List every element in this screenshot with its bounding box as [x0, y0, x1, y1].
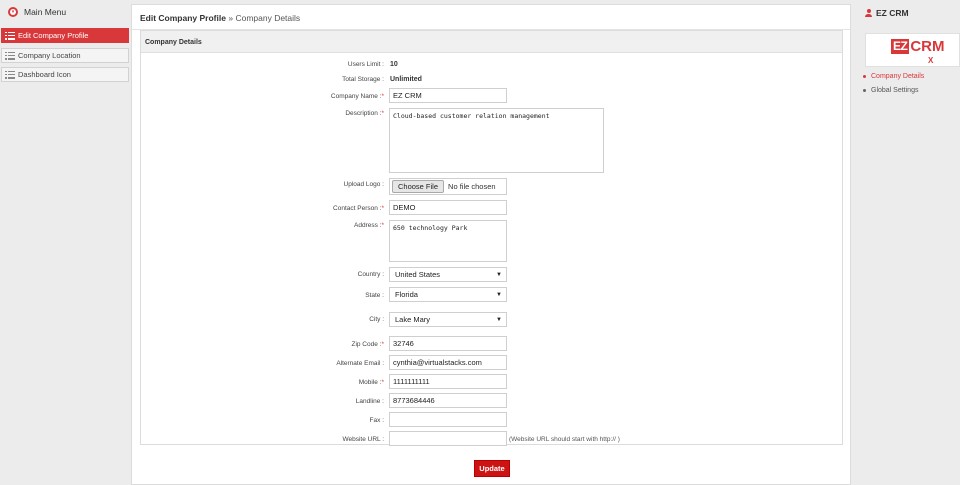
website-url-label: Website URL : [342, 436, 384, 443]
mobile-input[interactable]: 1111111111 [389, 374, 507, 389]
city-value: Lake Mary [395, 315, 431, 324]
upload-logo-label: Upload Logo : [343, 181, 384, 188]
fax-label: Fax : [369, 417, 384, 424]
total-storage-label: Total Storage : [342, 76, 384, 83]
breadcrumb-current[interactable]: Edit Company Profile [140, 13, 226, 23]
total-storage-value: Unlimited [390, 76, 422, 83]
sidebar-item-label: Company Location [18, 51, 81, 60]
file-status: No file chosen [448, 182, 496, 191]
company-logo: EZ CRM [891, 38, 945, 55]
sidebar-item-dashboard-icon[interactable]: Dashboard Icon [1, 67, 129, 82]
fax-input[interactable] [389, 412, 507, 427]
update-button[interactable]: Update [474, 460, 510, 477]
main-menu-title: Main Menu [24, 7, 67, 17]
right-panel: EZ CRM EZ CRM X Company Details Global Se… [858, 0, 960, 485]
website-url-hint: (Website URL should start with http:// ) [509, 436, 620, 443]
breadcrumb-sub: Company Details [235, 13, 301, 23]
users-limit-label: Users Limit : [347, 61, 384, 68]
zip-label: Zip Code :* [351, 341, 384, 348]
company-name-label: Company Name :* [330, 93, 384, 100]
contact-person-input[interactable]: DEMO [389, 200, 507, 215]
sidebar-item-label: Dashboard Icon [18, 70, 71, 79]
main-menu-toggle[interactable]: ▾ Main Menu [8, 6, 66, 18]
sidebar-item-company-location[interactable]: Company Location [1, 48, 129, 63]
description-label: Description :* [345, 110, 384, 117]
caret-down-icon: ▼ [496, 292, 502, 298]
main-panel: Edit Company Profile » Company Details C… [131, 4, 851, 485]
description-textarea[interactable]: Cloud-based customer relation management [389, 108, 604, 173]
company-title: EZ CRM [865, 8, 909, 18]
list-icon [5, 51, 15, 60]
bullet-icon [863, 75, 866, 78]
choose-file-button[interactable]: Choose File [392, 180, 445, 193]
country-value: United States [395, 270, 441, 279]
caret-down-icon: ▼ [496, 272, 502, 278]
landline-label: Landline : [355, 398, 384, 405]
breadcrumb: Edit Company Profile » Company Details [140, 13, 300, 23]
contact-person-label: Contact Person :* [333, 205, 384, 212]
country-label: Country : [357, 271, 384, 278]
zip-input[interactable]: 32746 [389, 336, 507, 351]
company-title-text: EZ CRM [876, 8, 909, 18]
users-limit-value: 10 [390, 61, 398, 68]
bullet-icon [863, 89, 866, 92]
city-label: City : [369, 316, 384, 323]
state-label: State : [365, 292, 384, 299]
sidebar-item-label: Edit Company Profile [18, 31, 89, 40]
address-label: Address :* [354, 222, 384, 229]
landline-input[interactable]: 8773684446 [389, 393, 507, 408]
left-sidebar: ▾ Main Menu Edit Company Profile Company… [0, 0, 130, 485]
breadcrumb-separator: » [228, 13, 234, 23]
alternate-email-label: Alternate Email : [336, 360, 384, 367]
right-link-company-details[interactable]: Company Details [863, 73, 924, 80]
website-url-input[interactable] [389, 431, 507, 446]
company-name-input[interactable]: EZ CRM [389, 88, 507, 103]
company-logo-box: EZ CRM X [865, 33, 960, 67]
address-textarea[interactable]: 650 technology Park [389, 220, 507, 262]
chevron-down-icon: ▾ [8, 7, 18, 17]
list-icon [5, 70, 15, 79]
section-title: Company Details [141, 31, 842, 53]
country-select[interactable]: United States ▼ [389, 267, 507, 282]
state-select[interactable]: Florida ▼ [389, 287, 507, 302]
city-select[interactable]: Lake Mary ▼ [389, 312, 507, 327]
alternate-email-input[interactable]: cynthia@virtualstacks.com [389, 355, 507, 370]
company-details-section: Company Details Users Limit : 10 Total S… [140, 30, 843, 446]
remove-logo-close-icon[interactable]: X [928, 56, 933, 65]
upload-logo-field: Choose File No file chosen [389, 178, 507, 195]
right-link-label: Global Settings [871, 87, 919, 94]
state-value: Florida [395, 290, 418, 299]
right-link-label: Company Details [871, 73, 925, 80]
user-icon [865, 9, 872, 17]
sidebar-item-edit-company-profile[interactable]: Edit Company Profile [1, 28, 129, 43]
list-icon [5, 31, 15, 40]
mobile-label: Mobile :* [358, 379, 384, 386]
right-link-global-settings[interactable]: Global Settings [863, 87, 918, 94]
caret-down-icon: ▼ [496, 317, 502, 323]
